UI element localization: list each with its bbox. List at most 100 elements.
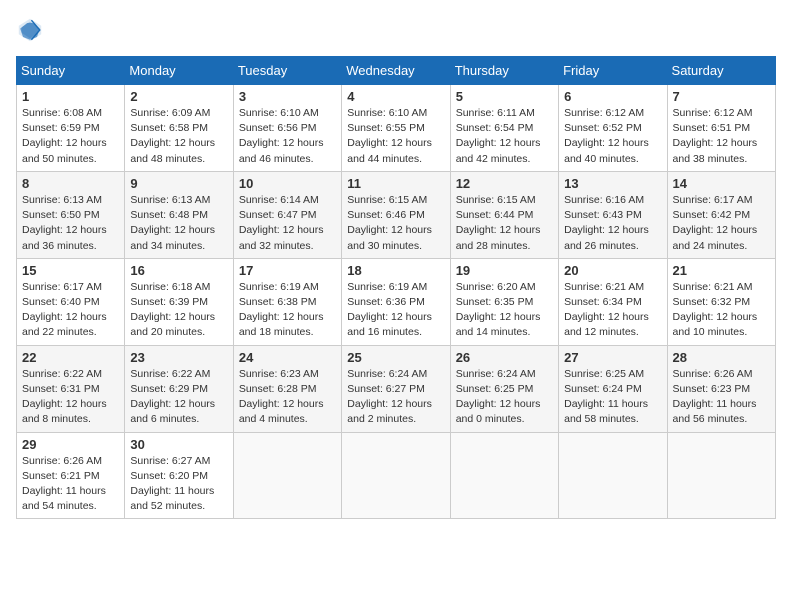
day-number: 28 — [673, 350, 770, 365]
day-info: Sunrise: 6:10 AM Sunset: 6:55 PM Dayligh… — [347, 106, 444, 167]
calendar-cell — [667, 432, 775, 519]
calendar-cell: 5 Sunrise: 6:11 AM Sunset: 6:54 PM Dayli… — [450, 85, 558, 172]
calendar-cell: 28 Sunrise: 6:26 AM Sunset: 6:23 PM Dayl… — [667, 345, 775, 432]
calendar-cell: 24 Sunrise: 6:23 AM Sunset: 6:28 PM Dayl… — [233, 345, 341, 432]
calendar-cell: 8 Sunrise: 6:13 AM Sunset: 6:50 PM Dayli… — [17, 171, 125, 258]
day-info: Sunrise: 6:25 AM Sunset: 6:24 PM Dayligh… — [564, 367, 661, 428]
day-info: Sunrise: 6:21 AM Sunset: 6:32 PM Dayligh… — [673, 280, 770, 341]
calendar-cell: 27 Sunrise: 6:25 AM Sunset: 6:24 PM Dayl… — [559, 345, 667, 432]
day-info: Sunrise: 6:26 AM Sunset: 6:21 PM Dayligh… — [22, 454, 119, 515]
day-number: 1 — [22, 89, 119, 104]
calendar-cell — [559, 432, 667, 519]
day-info: Sunrise: 6:08 AM Sunset: 6:59 PM Dayligh… — [22, 106, 119, 167]
day-info: Sunrise: 6:22 AM Sunset: 6:29 PM Dayligh… — [130, 367, 227, 428]
day-info: Sunrise: 6:21 AM Sunset: 6:34 PM Dayligh… — [564, 280, 661, 341]
day-number: 30 — [130, 437, 227, 452]
calendar-week: 8 Sunrise: 6:13 AM Sunset: 6:50 PM Dayli… — [17, 171, 776, 258]
day-number: 15 — [22, 263, 119, 278]
day-number: 4 — [347, 89, 444, 104]
day-of-week-header: Thursday — [450, 57, 558, 85]
calendar-week: 15 Sunrise: 6:17 AM Sunset: 6:40 PM Dayl… — [17, 258, 776, 345]
day-number: 23 — [130, 350, 227, 365]
day-number: 17 — [239, 263, 336, 278]
day-number: 3 — [239, 89, 336, 104]
header-row: SundayMondayTuesdayWednesdayThursdayFrid… — [17, 57, 776, 85]
day-number: 7 — [673, 89, 770, 104]
calendar-cell: 22 Sunrise: 6:22 AM Sunset: 6:31 PM Dayl… — [17, 345, 125, 432]
calendar-cell: 13 Sunrise: 6:16 AM Sunset: 6:43 PM Dayl… — [559, 171, 667, 258]
day-number: 13 — [564, 176, 661, 191]
calendar-cell: 18 Sunrise: 6:19 AM Sunset: 6:36 PM Dayl… — [342, 258, 450, 345]
calendar-week: 29 Sunrise: 6:26 AM Sunset: 6:21 PM Dayl… — [17, 432, 776, 519]
day-info: Sunrise: 6:20 AM Sunset: 6:35 PM Dayligh… — [456, 280, 553, 341]
day-number: 14 — [673, 176, 770, 191]
calendar-cell: 29 Sunrise: 6:26 AM Sunset: 6:21 PM Dayl… — [17, 432, 125, 519]
calendar-cell: 9 Sunrise: 6:13 AM Sunset: 6:48 PM Dayli… — [125, 171, 233, 258]
day-of-week-header: Saturday — [667, 57, 775, 85]
day-info: Sunrise: 6:24 AM Sunset: 6:27 PM Dayligh… — [347, 367, 444, 428]
calendar-cell: 15 Sunrise: 6:17 AM Sunset: 6:40 PM Dayl… — [17, 258, 125, 345]
day-number: 12 — [456, 176, 553, 191]
day-of-week-header: Friday — [559, 57, 667, 85]
day-number: 29 — [22, 437, 119, 452]
day-number: 10 — [239, 176, 336, 191]
calendar-cell: 25 Sunrise: 6:24 AM Sunset: 6:27 PM Dayl… — [342, 345, 450, 432]
day-info: Sunrise: 6:27 AM Sunset: 6:20 PM Dayligh… — [130, 454, 227, 515]
calendar-week: 22 Sunrise: 6:22 AM Sunset: 6:31 PM Dayl… — [17, 345, 776, 432]
day-info: Sunrise: 6:12 AM Sunset: 6:52 PM Dayligh… — [564, 106, 661, 167]
day-info: Sunrise: 6:09 AM Sunset: 6:58 PM Dayligh… — [130, 106, 227, 167]
day-info: Sunrise: 6:18 AM Sunset: 6:39 PM Dayligh… — [130, 280, 227, 341]
day-info: Sunrise: 6:13 AM Sunset: 6:48 PM Dayligh… — [130, 193, 227, 254]
calendar-cell: 7 Sunrise: 6:12 AM Sunset: 6:51 PM Dayli… — [667, 85, 775, 172]
calendar-cell: 4 Sunrise: 6:10 AM Sunset: 6:55 PM Dayli… — [342, 85, 450, 172]
calendar-cell: 21 Sunrise: 6:21 AM Sunset: 6:32 PM Dayl… — [667, 258, 775, 345]
day-number: 25 — [347, 350, 444, 365]
calendar-cell: 1 Sunrise: 6:08 AM Sunset: 6:59 PM Dayli… — [17, 85, 125, 172]
calendar-cell: 3 Sunrise: 6:10 AM Sunset: 6:56 PM Dayli… — [233, 85, 341, 172]
calendar-cell: 30 Sunrise: 6:27 AM Sunset: 6:20 PM Dayl… — [125, 432, 233, 519]
calendar-cell: 6 Sunrise: 6:12 AM Sunset: 6:52 PM Dayli… — [559, 85, 667, 172]
calendar-cell: 12 Sunrise: 6:15 AM Sunset: 6:44 PM Dayl… — [450, 171, 558, 258]
day-number: 24 — [239, 350, 336, 365]
day-number: 19 — [456, 263, 553, 278]
day-info: Sunrise: 6:19 AM Sunset: 6:36 PM Dayligh… — [347, 280, 444, 341]
day-info: Sunrise: 6:26 AM Sunset: 6:23 PM Dayligh… — [673, 367, 770, 428]
day-info: Sunrise: 6:14 AM Sunset: 6:47 PM Dayligh… — [239, 193, 336, 254]
day-number: 9 — [130, 176, 227, 191]
day-info: Sunrise: 6:11 AM Sunset: 6:54 PM Dayligh… — [456, 106, 553, 167]
calendar-cell: 26 Sunrise: 6:24 AM Sunset: 6:25 PM Dayl… — [450, 345, 558, 432]
calendar-cell — [342, 432, 450, 519]
day-info: Sunrise: 6:23 AM Sunset: 6:28 PM Dayligh… — [239, 367, 336, 428]
day-number: 11 — [347, 176, 444, 191]
calendar-week: 1 Sunrise: 6:08 AM Sunset: 6:59 PM Dayli… — [17, 85, 776, 172]
day-info: Sunrise: 6:19 AM Sunset: 6:38 PM Dayligh… — [239, 280, 336, 341]
day-info: Sunrise: 6:13 AM Sunset: 6:50 PM Dayligh… — [22, 193, 119, 254]
day-number: 20 — [564, 263, 661, 278]
calendar-cell: 19 Sunrise: 6:20 AM Sunset: 6:35 PM Dayl… — [450, 258, 558, 345]
calendar-cell: 16 Sunrise: 6:18 AM Sunset: 6:39 PM Dayl… — [125, 258, 233, 345]
day-info: Sunrise: 6:15 AM Sunset: 6:44 PM Dayligh… — [456, 193, 553, 254]
day-number: 5 — [456, 89, 553, 104]
day-info: Sunrise: 6:12 AM Sunset: 6:51 PM Dayligh… — [673, 106, 770, 167]
calendar-table: SundayMondayTuesdayWednesdayThursdayFrid… — [16, 56, 776, 519]
day-number: 27 — [564, 350, 661, 365]
calendar-cell: 10 Sunrise: 6:14 AM Sunset: 6:47 PM Dayl… — [233, 171, 341, 258]
calendar-cell: 11 Sunrise: 6:15 AM Sunset: 6:46 PM Dayl… — [342, 171, 450, 258]
calendar-cell — [450, 432, 558, 519]
calendar-body: 1 Sunrise: 6:08 AM Sunset: 6:59 PM Dayli… — [17, 85, 776, 519]
day-number: 21 — [673, 263, 770, 278]
logo-icon — [16, 16, 44, 44]
day-info: Sunrise: 6:17 AM Sunset: 6:42 PM Dayligh… — [673, 193, 770, 254]
calendar-cell: 23 Sunrise: 6:22 AM Sunset: 6:29 PM Dayl… — [125, 345, 233, 432]
day-of-week-header: Monday — [125, 57, 233, 85]
calendar-cell: 14 Sunrise: 6:17 AM Sunset: 6:42 PM Dayl… — [667, 171, 775, 258]
calendar-header: SundayMondayTuesdayWednesdayThursdayFrid… — [17, 57, 776, 85]
day-of-week-header: Wednesday — [342, 57, 450, 85]
day-info: Sunrise: 6:17 AM Sunset: 6:40 PM Dayligh… — [22, 280, 119, 341]
day-of-week-header: Tuesday — [233, 57, 341, 85]
day-info: Sunrise: 6:10 AM Sunset: 6:56 PM Dayligh… — [239, 106, 336, 167]
day-info: Sunrise: 6:16 AM Sunset: 6:43 PM Dayligh… — [564, 193, 661, 254]
day-number: 8 — [22, 176, 119, 191]
calendar-cell: 17 Sunrise: 6:19 AM Sunset: 6:38 PM Dayl… — [233, 258, 341, 345]
day-number: 26 — [456, 350, 553, 365]
